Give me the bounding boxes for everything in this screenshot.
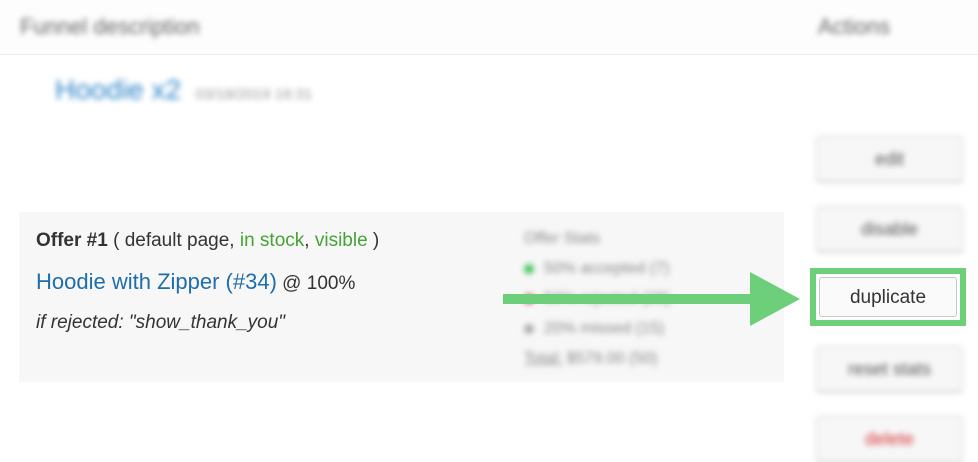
arrow-head — [750, 272, 800, 326]
pointer-arrow-icon — [503, 272, 800, 326]
arrow-shaft — [503, 294, 753, 304]
